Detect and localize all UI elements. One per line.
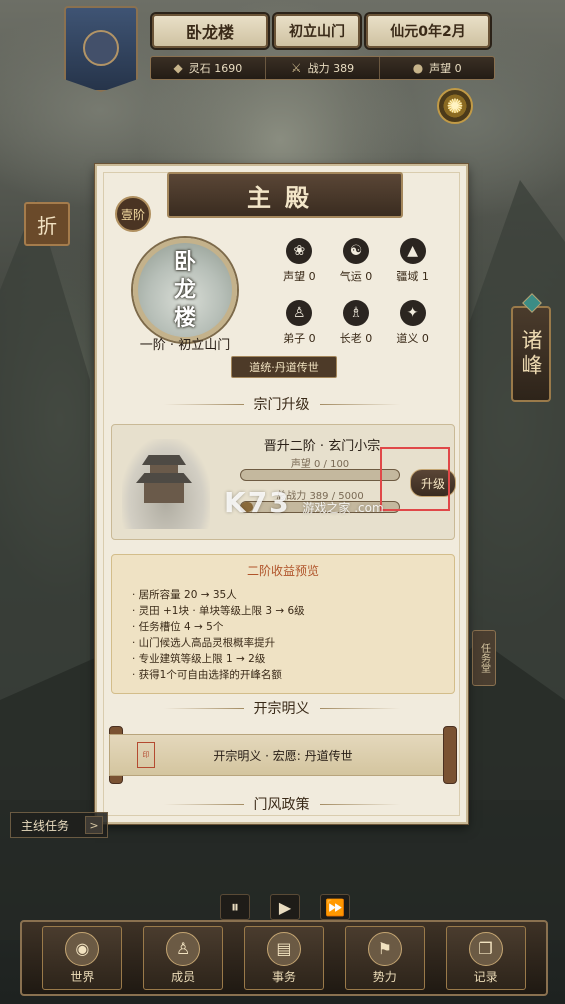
policy-section-header: 门风政策 [97, 794, 466, 814]
sect-attributes: ❀ 声望 0 ☯ 气运 0 ▲ 疆域 1 ♙ 弟子 0 ♗ 长老 0 ✦ 道义 0 [271, 238, 441, 346]
dao-tradition-tag[interactable]: 道统·丹道传世 [231, 356, 337, 378]
pagoda-roof [142, 455, 186, 465]
list-item: · 专业建筑等级上限 1 → 2级 [132, 653, 266, 665]
upgrade-button[interactable]: 升级 [410, 469, 456, 497]
nav-forces[interactable]: ⚑ 势力 [344, 926, 425, 990]
pagoda-floor [150, 465, 178, 473]
sect-rank-label: 一阶 · 初立山门 [139, 338, 231, 353]
attribute-righteousness: ✦ 道义 0 [384, 300, 441, 346]
play-icon[interactable]: ▶ [270, 894, 300, 920]
divider [319, 803, 400, 805]
sect-banner[interactable] [64, 6, 138, 92]
attribute-elders: ♗ 长老 0 [328, 300, 385, 346]
scroll-roller-right [443, 726, 457, 784]
list-item: · 灵田 +1块 · 单块等级上限 3 → 6级 [132, 605, 305, 617]
pagoda-illustration [122, 439, 210, 529]
chevron-right-icon[interactable]: > [85, 816, 103, 834]
sect-emblem: 卧 龙 楼 [133, 238, 237, 342]
founding-scroll[interactable]: 开宗明义 · 宏愿: 丹道传世 [109, 734, 457, 776]
divider [163, 403, 244, 405]
bottom-navigation: ◉ 世界 ♙ 成员 ▤ 事务 ⚑ 势力 ❐ 记录 [20, 920, 548, 996]
attribute-disciples: ♙ 弟子 0 [271, 300, 328, 346]
fortune-icon: ☯ [342, 238, 369, 264]
spirit-stone-icon: ◆ [173, 61, 183, 75]
seal-stamp-icon: 印 [137, 742, 155, 768]
forces-icon: ⚑ [367, 931, 402, 966]
territory-icon: ▲ [399, 238, 426, 264]
attribute-territory: ▲ 疆域 1 [384, 238, 441, 284]
elder-icon: ♗ [342, 300, 369, 326]
power-progress-label: 总战力 389 / 5000 [276, 491, 364, 502]
pagoda-roof [136, 473, 192, 483]
power-progress-bar [240, 501, 400, 513]
settings-gear-icon[interactable]: ✺ [437, 88, 473, 124]
reputation-icon: ● [412, 61, 424, 75]
affairs-icon: ▤ [266, 931, 301, 966]
nav-affairs[interactable]: ▤ 事务 [243, 926, 324, 990]
list-item: · 任务槽位 4 → 5个 [132, 621, 224, 633]
pagoda-floor [144, 483, 184, 503]
fold-button[interactable]: 折 [24, 202, 70, 246]
resource-bar: ◆ 灵石 1690 ⚔ 战力 389 ● 声望 0 [150, 56, 495, 80]
preview-list: · 居所容量 20 → 35人 · 灵田 +1块 · 单块等级上限 3 → 6级… [112, 579, 454, 683]
pause-icon[interactable]: ⏸ [220, 894, 250, 920]
disciple-icon: ♙ [286, 300, 313, 326]
reputation-stat: ● 声望 0 [412, 61, 462, 75]
founding-section-header: 开宗明义 [97, 698, 466, 718]
righteousness-icon: ✦ [399, 300, 426, 326]
reputation-progress-bar [240, 469, 400, 481]
attribute-reputation: ❀ 声望 0 [271, 238, 328, 284]
records-icon: ❐ [468, 931, 503, 966]
list-item: · 获得1个可自由选择的开峰名额 [132, 669, 282, 681]
rank-badge: 壹阶 [115, 196, 151, 232]
main-quest-button[interactable]: 主线任务 > [10, 812, 108, 838]
reputation-progress-label: 声望 0 / 100 [290, 459, 350, 470]
game-date-box: 仙元0年2月 [366, 14, 490, 48]
tier-two-preview: 二阶收益预览 · 居所容量 20 → 35人 · 灵田 +1块 · 单块等级上限… [111, 554, 455, 694]
divider [319, 403, 400, 405]
attribute-fortune: ☯ 气运 0 [328, 238, 385, 284]
spirit-stone-stat: ◆ 灵石 1690 [151, 57, 266, 79]
nav-records[interactable]: ❐ 记录 [445, 926, 526, 990]
task-hall-button[interactable]: 任务堂 [472, 630, 496, 686]
speed-controls: ⏸ ▶ ⏩ [220, 894, 350, 920]
upgrade-title: 晋升二阶 · 玄门小宗 [263, 439, 381, 454]
power-progress-fill [241, 502, 254, 512]
reputation-icon: ❀ [286, 238, 313, 264]
preview-title: 二阶收益预览 [246, 564, 319, 578]
sect-stage-box: 初立山门 [274, 14, 360, 48]
divider [319, 707, 400, 709]
nav-world[interactable]: ◉ 世界 [42, 926, 123, 990]
combat-power-stat: ⚔ 战力 389 [266, 57, 381, 79]
panel-title: 主殿 [167, 172, 403, 218]
sect-emblem-icon [83, 30, 119, 66]
list-item: · 山门候选人高品灵根概率提升 [132, 637, 276, 649]
divider [163, 707, 244, 709]
upgrade-card: 晋升二阶 · 玄门小宗 声望 0 / 100 总战力 389 / 5000 升级 [111, 424, 456, 540]
main-hall-panel: 主殿 壹阶 卧 龙 楼 一阶 · 初立山门 ❀ 声望 0 ☯ 气运 0 ▲ 疆域 1 … [95, 164, 468, 824]
sect-name-box: 卧龙楼 [152, 14, 268, 48]
combat-power-icon: ⚔ [290, 61, 302, 75]
fast-forward-icon[interactable]: ⏩ [320, 894, 350, 920]
divider [163, 803, 244, 805]
upgrade-section-header: 宗门升级 [97, 394, 466, 414]
world-icon: ◉ [65, 931, 100, 966]
list-item: · 居所容量 20 → 35人 [132, 589, 237, 601]
peaks-button[interactable]: 诸峰 [511, 306, 551, 402]
members-icon: ♙ [166, 931, 201, 966]
nav-members[interactable]: ♙ 成员 [143, 926, 224, 990]
